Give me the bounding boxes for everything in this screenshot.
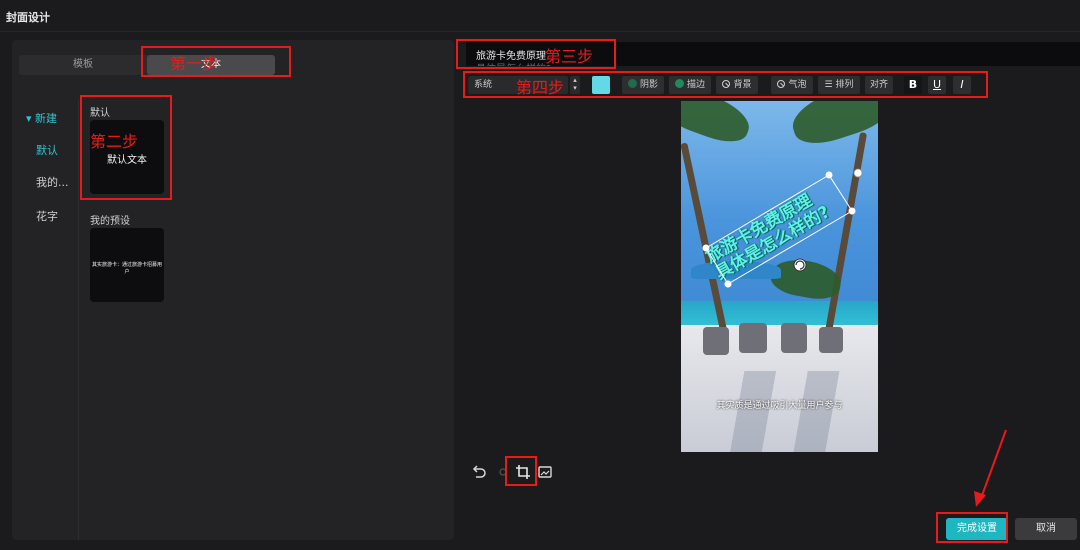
undo-icon[interactable] <box>470 463 488 481</box>
cover-subtitle: 其实质是通过吸引大量用户参与 <box>716 401 843 411</box>
nav-divider <box>78 100 79 540</box>
nav-item-fancy-text[interactable]: 花字 <box>36 208 58 224</box>
chair-2 <box>739 323 767 353</box>
photo-shadows <box>681 371 878 452</box>
annotation-box-done <box>936 512 1008 543</box>
annotation-label-step2: 第二步 <box>90 132 139 151</box>
section-label-my-presets: 我的预设 <box>90 216 130 227</box>
chair-3 <box>781 323 807 353</box>
replace-image-icon[interactable] <box>536 463 554 481</box>
chair-4 <box>819 327 843 353</box>
nav-item-new[interactable]: ▾ 新建 <box>26 110 57 126</box>
preset-card-my-preset[interactable]: 其实旅游卡：通过旅游卡招募用户 <box>90 228 164 302</box>
title-bar: 封面设计 <box>0 0 1080 32</box>
photo-sea <box>681 301 878 327</box>
window-title: 封面设计 <box>6 11 50 24</box>
chair-1 <box>703 327 729 355</box>
annotation-label-step4: 第四步 <box>516 78 565 97</box>
tab-template[interactable]: 模板 <box>19 55 147 75</box>
preset-card-my-preset-text: 其实旅游卡：通过旅游卡招募用户 <box>91 262 162 275</box>
nav-item-mine[interactable]: 我的... <box>36 174 69 190</box>
annotation-box-crop <box>505 456 537 486</box>
annotation-label-step3: 第三步 <box>545 47 594 66</box>
annotation-label-step1: 第一步 <box>170 54 219 73</box>
nav-item-default[interactable]: 默认 <box>36 142 58 158</box>
cancel-button[interactable]: 取消 <box>1015 518 1077 540</box>
cover-preview[interactable]: 旅游卡免费原理 具体是怎么样的? 其实质是通过吸引大量用户参与 <box>681 101 878 452</box>
left-panel: 模板 文本 ▾ 新建 默认 我的... 花字 默认 默认文本 我的预设 其实旅游… <box>12 40 454 540</box>
